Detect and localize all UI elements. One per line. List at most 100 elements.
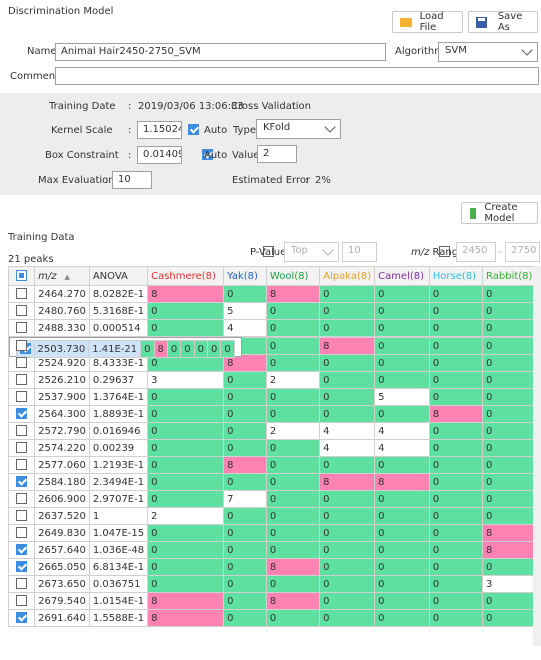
row-checkbox[interactable] xyxy=(16,476,28,488)
row-checkbox-cell[interactable] xyxy=(7,592,36,610)
class-count-cell: 0 xyxy=(265,302,321,320)
table-row[interactable]: 2564.300 1.8893E-1 0 0 0 0 0 8 0 xyxy=(7,405,541,423)
range-from-input[interactable]: 2450 xyxy=(456,242,496,262)
table-row[interactable]: 2464.270 8.0282E-1 8 0 8 0 0 0 0 xyxy=(7,285,541,303)
row-checkbox-cell[interactable] xyxy=(7,473,36,491)
class-count-cell: 0 xyxy=(319,302,376,320)
table-row[interactable]: 2606.900 2.9707E-1 0 7 0 0 0 0 0 xyxy=(7,490,541,508)
class-count-cell: 0 xyxy=(147,456,225,474)
table-row[interactable]: 2691.640 1.5588E-1 8 0 0 0 0 0 0 xyxy=(7,609,541,627)
row-checkbox[interactable] xyxy=(16,322,28,334)
comment-input[interactable] xyxy=(55,67,539,85)
row-checkbox-cell[interactable] xyxy=(7,302,36,320)
estimated-error-colon: : xyxy=(305,175,309,186)
select-all-checkbox[interactable] xyxy=(16,270,28,282)
row-checkbox-cell[interactable] xyxy=(7,541,36,559)
column-header-5[interactable]: Alpaka(8) xyxy=(319,266,376,286)
type-select[interactable]: KFold xyxy=(256,119,341,139)
row-checkbox[interactable] xyxy=(16,510,28,522)
kernel-scale-input[interactable]: 1.150245 xyxy=(137,121,182,139)
row-checkbox-cell[interactable] xyxy=(7,524,36,542)
mz-cell: 2665.050 xyxy=(34,558,90,576)
table-row[interactable]: 2480.760 5.3168E-1 0 5 0 0 0 0 0 xyxy=(7,302,541,320)
create-model-button[interactable]: Create Model xyxy=(461,202,538,224)
row-checkbox-cell[interactable] xyxy=(7,319,36,337)
table-row[interactable]: 2503.730 1.41E-21 0 8 0 0 0 0 0 xyxy=(8,337,242,358)
row-checkbox[interactable] xyxy=(16,493,28,505)
class-count-cell: 0 xyxy=(147,524,225,542)
table-row[interactable]: 2572.790 0.016946 0 0 2 4 4 0 0 xyxy=(7,422,541,440)
column-header-3[interactable]: Yak(8) xyxy=(223,266,267,286)
table-row[interactable]: 2526.210 0.29637 3 0 2 0 0 0 0 xyxy=(7,371,541,389)
max-evaluations-input[interactable]: 10 xyxy=(112,171,152,189)
p-value-input[interactable]: 10 xyxy=(342,242,377,262)
table-row[interactable]: 2577.060 1.2193E-1 0 8 0 0 0 0 0 xyxy=(7,456,541,474)
class-count-cell: 0 xyxy=(428,524,484,542)
row-checkbox-cell[interactable] xyxy=(7,285,36,303)
class-count-cell: 0 xyxy=(265,575,321,593)
row-checkbox-cell[interactable] xyxy=(7,388,36,406)
p-value-select[interactable]: Top xyxy=(284,242,339,262)
row-checkbox-cell[interactable] xyxy=(7,558,36,576)
kernel-scale-auto-checkbox[interactable] xyxy=(188,124,199,135)
row-checkbox[interactable] xyxy=(16,305,28,317)
row-checkbox[interactable] xyxy=(16,442,28,454)
row-checkbox[interactable] xyxy=(16,391,28,403)
row-checkbox-cell[interactable] xyxy=(7,422,36,440)
row-checkbox[interactable] xyxy=(16,357,28,369)
row-checkbox[interactable] xyxy=(16,374,28,386)
range-to-input[interactable]: 2750 xyxy=(505,242,540,262)
row-checkbox[interactable] xyxy=(16,459,28,471)
value-input[interactable]: 2 xyxy=(257,145,297,163)
table-row[interactable]: 2488.330 0.000514 0 4 0 0 0 0 0 xyxy=(7,319,541,337)
box-constraint-input[interactable]: 0.014090 xyxy=(137,146,182,164)
column-header-0[interactable]: m/z ▲ xyxy=(34,266,90,286)
name-input[interactable]: Animal Hair2450-2750_SVM xyxy=(55,43,386,61)
table-row[interactable]: 2537.900 1.3764E-1 0 0 0 0 5 0 0 xyxy=(7,388,541,406)
row-checkbox[interactable] xyxy=(16,561,28,573)
row-checkbox[interactable] xyxy=(16,288,28,300)
class-count-cell: 0 xyxy=(374,490,430,508)
column-header-1[interactable]: ANOVA xyxy=(88,266,149,286)
table-row[interactable]: 2574.220 0.00239 0 0 0 4 4 0 0 xyxy=(7,439,541,457)
row-checkbox[interactable] xyxy=(16,544,28,556)
select-all-checkbox-cell[interactable] xyxy=(7,266,36,286)
column-header-8[interactable]: Rabbit(8) xyxy=(482,266,541,286)
table-row[interactable]: 2637.520 1 2 0 0 0 0 0 0 xyxy=(7,507,541,525)
row-checkbox-cell[interactable] xyxy=(7,507,36,525)
table-row[interactable]: 2649.830 1.047E-15 0 0 0 0 0 0 8 xyxy=(7,524,541,542)
row-checkbox-cell[interactable] xyxy=(7,609,36,627)
row-checkbox[interactable] xyxy=(16,612,28,624)
table-row[interactable]: 2584.180 2.3494E-1 0 0 0 8 8 0 0 xyxy=(7,473,541,491)
table-row[interactable]: 2657.640 1.036E-48 0 0 0 0 0 0 8 xyxy=(7,541,541,559)
class-count-cell: 0 xyxy=(482,354,541,372)
load-file-button[interactable]: Load File xyxy=(392,11,463,33)
save-as-button[interactable]: Save As xyxy=(468,11,538,33)
training-date-colon: : xyxy=(128,101,132,112)
row-checkbox[interactable] xyxy=(16,595,28,607)
algorithm-select[interactable]: SVM xyxy=(438,42,538,62)
row-checkbox-cell[interactable] xyxy=(7,456,36,474)
row-checkbox[interactable] xyxy=(16,527,28,539)
row-checkbox[interactable] xyxy=(16,578,28,590)
sort-asc-icon: ▲ xyxy=(64,272,70,281)
table-row[interactable]: 2673.650 0.036751 0 0 0 0 0 0 3 xyxy=(7,575,541,593)
class-count-cell: 0 xyxy=(223,541,267,559)
kernel-scale-label: Kernel Scale xyxy=(51,125,113,136)
table-row[interactable]: 2679.540 1.0154E-1 8 0 8 0 0 0 0 xyxy=(7,592,541,610)
row-checkbox[interactable] xyxy=(16,425,28,437)
row-checkbox[interactable] xyxy=(16,340,28,352)
column-header-7[interactable]: Horse(8) xyxy=(428,266,484,286)
column-header-4[interactable]: Wool(8) xyxy=(265,266,321,286)
column-header-2[interactable]: Cashmere(8) xyxy=(147,266,225,286)
anova-cell: 0.00239 xyxy=(88,439,149,457)
row-checkbox-cell[interactable] xyxy=(7,405,36,423)
table-row[interactable]: 2665.050 6.8134E-1 0 0 8 0 0 0 0 xyxy=(7,558,541,576)
row-checkbox-cell[interactable] xyxy=(7,439,36,457)
row-checkbox-cell[interactable] xyxy=(7,575,36,593)
row-checkbox[interactable] xyxy=(16,408,28,420)
column-header-6[interactable]: Camel(8) xyxy=(374,266,430,286)
row-checkbox-cell[interactable] xyxy=(7,371,36,389)
table-scrollbar[interactable] xyxy=(533,266,541,646)
row-checkbox-cell[interactable] xyxy=(7,490,36,508)
